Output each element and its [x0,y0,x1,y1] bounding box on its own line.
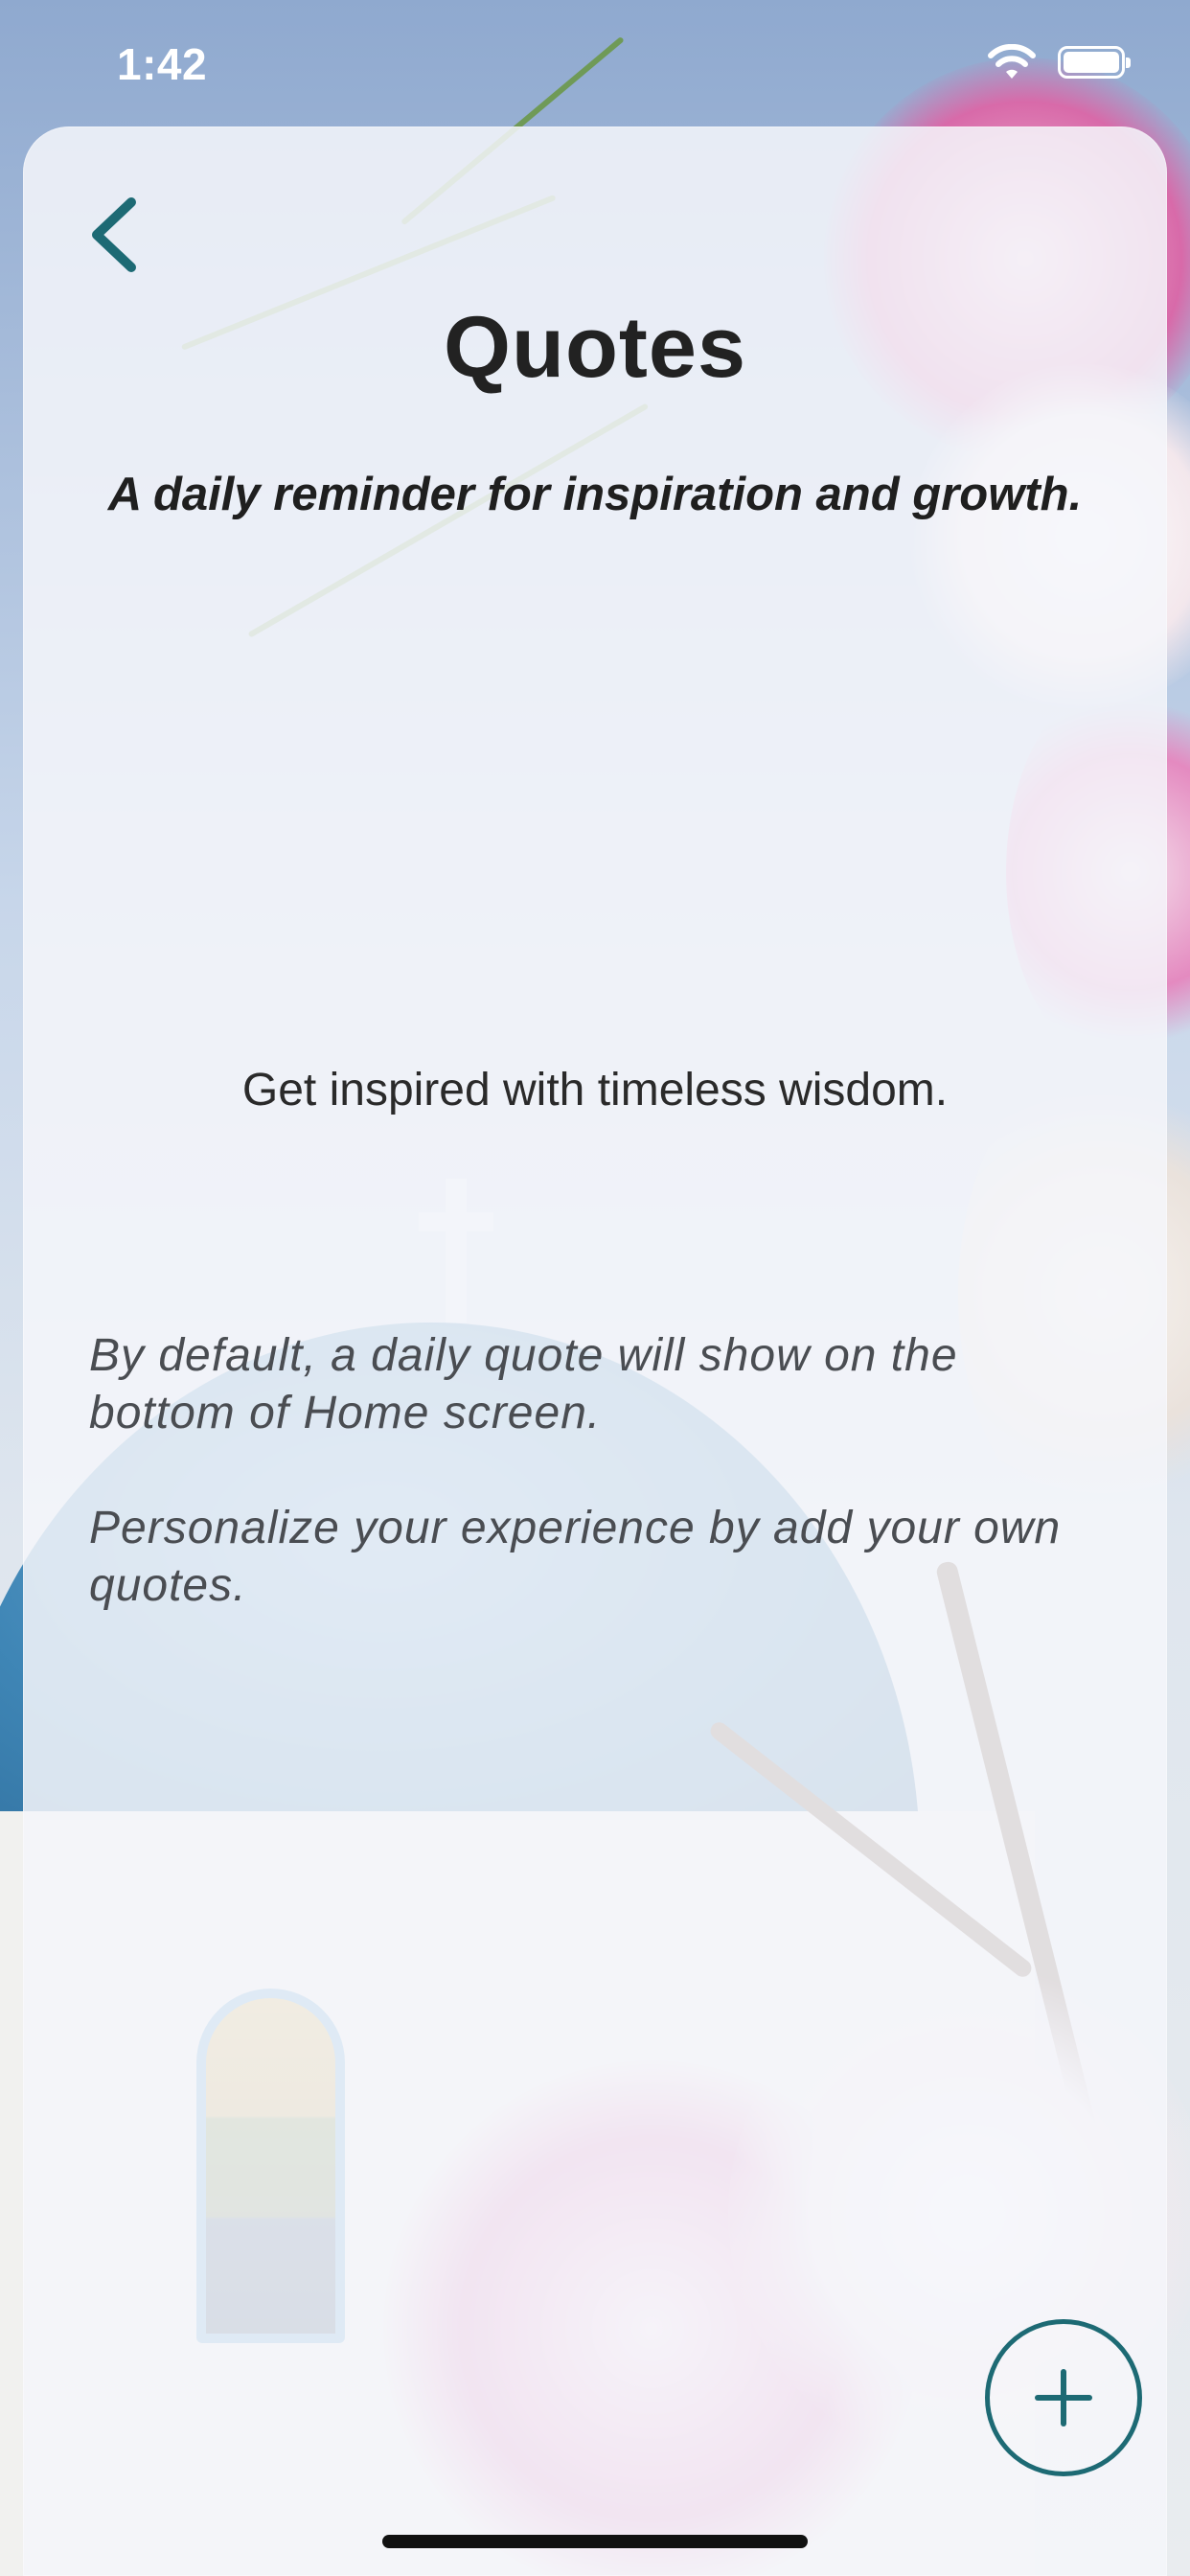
battery-icon [1058,46,1131,79]
back-button[interactable] [75,192,151,278]
page-title: Quotes [443,300,747,396]
chevron-left-icon [92,197,136,272]
info-paragraph: Personalize your experience by add your … [89,1503,1062,1611]
wifi-icon [988,44,1036,79]
page-subtitle: A daily reminder for inspiration and gro… [107,469,1083,520]
info-paragraph: By default, a daily quote will show on t… [89,1330,958,1438]
home-indicator [382,2535,808,2548]
status-time: 1:42 [117,39,208,89]
headline-text: Get inspired with timeless wisdom. [241,1065,949,1116]
status-icons [987,44,1131,80]
add-quote-button[interactable] [985,2319,1142,2476]
plus-icon [1035,2369,1092,2426]
